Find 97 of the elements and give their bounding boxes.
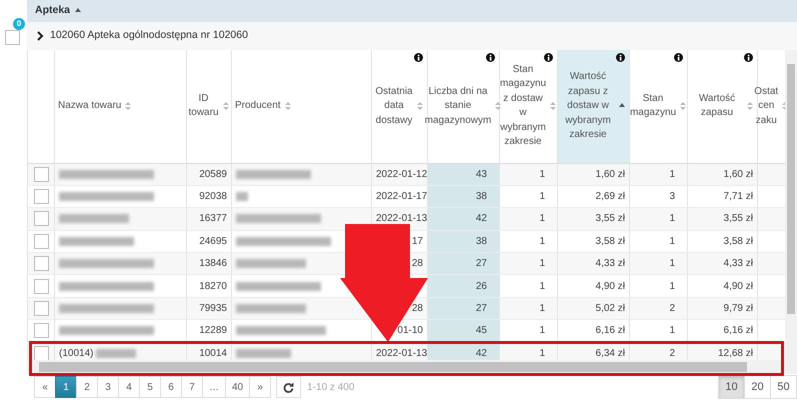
refresh-button[interactable] — [276, 376, 302, 398]
info-icon[interactable] — [674, 53, 683, 62]
table-cell: 1 — [500, 320, 558, 342]
table-cell: 42 — [428, 208, 500, 230]
page-button[interactable]: 7 — [181, 376, 203, 398]
table-cell: 1 — [630, 274, 688, 298]
table-cell: 4,90 zł — [558, 274, 630, 298]
product-name: (10014) — [59, 348, 94, 359]
page-button[interactable]: 6 — [160, 376, 182, 398]
chevron-right-icon[interactable] — [36, 31, 44, 41]
page-button[interactable]: 4 — [118, 376, 140, 398]
blurred-text — [236, 192, 248, 201]
table-cell: 1 — [630, 252, 688, 275]
blurred-text — [236, 304, 306, 313]
blurred-text — [96, 348, 136, 358]
table-cell: 27 — [428, 297, 500, 320]
page-button[interactable]: … — [202, 376, 226, 398]
horizontal-scrollbar[interactable] — [27, 360, 797, 374]
column-header[interactable]: Nazwa towaru — [54, 50, 186, 163]
blurred-text — [59, 214, 129, 224]
row-checkbox[interactable] — [34, 300, 48, 316]
page-button[interactable]: 3 — [97, 376, 119, 398]
table-cell: 43 — [428, 163, 500, 186]
table-cell: 12289 — [186, 320, 232, 342]
table-cell: 3,55 zł — [688, 208, 758, 230]
group-header-label[interactable]: Apteka — [35, 3, 70, 19]
table-cell: 9,79 zł — [688, 297, 758, 320]
vertical-scrollbar[interactable] — [785, 50, 797, 360]
table-cell: 1 — [630, 163, 688, 186]
column-header[interactable]: Producent — [232, 50, 372, 163]
table-cell: 1 — [630, 208, 688, 230]
sort-icon[interactable] — [679, 101, 688, 112]
page-button[interactable]: « — [34, 376, 56, 398]
count-badge: 0 — [13, 18, 25, 30]
table-cell: 6,16 zł — [688, 320, 758, 342]
table-cell: 79935 — [186, 297, 232, 320]
table-cell: 38 — [428, 230, 500, 253]
page-button[interactable]: 5 — [139, 376, 161, 398]
info-icon[interactable] — [414, 53, 423, 62]
row-checkbox[interactable] — [34, 278, 48, 294]
page-button[interactable]: 40 — [225, 376, 250, 398]
table-cell: 5,02 zł — [558, 297, 630, 320]
table-cell: 13846 — [186, 252, 232, 275]
info-icon[interactable] — [744, 53, 753, 62]
sort-icon[interactable] — [222, 101, 230, 112]
table-cell: 27 — [428, 252, 500, 275]
table-cell: 6,16 zł — [558, 320, 630, 342]
blurred-text — [236, 348, 291, 358]
table-cell: 18270 — [186, 274, 232, 298]
table-cell: 26 — [428, 274, 500, 298]
sort-icon[interactable] — [124, 101, 132, 112]
table-cell: 38 — [428, 185, 500, 208]
sort-icon[interactable] — [494, 101, 502, 112]
page-size-button[interactable]: 50 — [770, 375, 797, 399]
page-size-button[interactable]: 10 — [718, 375, 745, 399]
table-cell: 1,60 zł — [558, 163, 630, 186]
row-checkbox[interactable] — [34, 189, 48, 204]
table-cell: 1 — [500, 208, 558, 230]
table-cell: 3,55 zł — [558, 208, 630, 230]
table-cell: 16377 — [186, 208, 232, 230]
table-cell: 1 — [500, 252, 558, 275]
info-icon[interactable] — [544, 53, 553, 62]
row-checkbox[interactable] — [34, 256, 48, 272]
table-cell: 1 — [630, 320, 688, 342]
sort-icon[interactable] — [284, 101, 292, 112]
select-checkbox[interactable] — [5, 30, 20, 45]
table-cell: 1 — [500, 274, 558, 298]
row-checkbox[interactable] — [34, 166, 48, 182]
info-icon[interactable] — [486, 53, 495, 62]
info-icon[interactable] — [616, 53, 625, 62]
page-button[interactable]: 2 — [76, 376, 98, 398]
table-cell: 1 — [500, 163, 558, 186]
refresh-icon — [283, 382, 294, 392]
row-checkbox[interactable] — [34, 323, 48, 338]
table-cell: 4,90 zł — [688, 274, 758, 298]
sort-icon[interactable] — [746, 101, 754, 112]
table-cell: 2022-01-12 — [372, 163, 428, 186]
table-cell: 1,60 zł — [688, 163, 758, 186]
blurred-text — [236, 259, 306, 268]
group-row-label[interactable]: 102060 Apteka ogólnodostępna nr 102060 — [50, 28, 248, 44]
table-cell: 4,33 zł — [558, 252, 630, 275]
column-header[interactable]: Stan magazynu — [630, 50, 688, 163]
table-cell: 45 — [428, 320, 500, 342]
column-header[interactable]: ID towaru — [186, 50, 232, 163]
table-cell: 1 — [500, 297, 558, 320]
table-cell: 20589 — [186, 163, 232, 186]
sort-icon[interactable] — [416, 101, 424, 112]
table-cell: 4,33 zł — [688, 252, 758, 275]
table-cell: 2 — [630, 297, 688, 320]
column-header[interactable]: Wartość zapasu z dostaw w wybranym zakresie — [558, 50, 630, 163]
row-checkbox[interactable] — [34, 211, 48, 226]
page-range: 1-10 z 400 — [307, 380, 354, 394]
column-header[interactable]: Liczba dni na stanie magazynowym — [428, 50, 500, 163]
row-checkbox[interactable] — [34, 234, 48, 249]
row-checkbox[interactable] — [34, 346, 48, 360]
page-button[interactable]: 1 — [55, 376, 77, 398]
page-button[interactable]: » — [249, 376, 272, 398]
